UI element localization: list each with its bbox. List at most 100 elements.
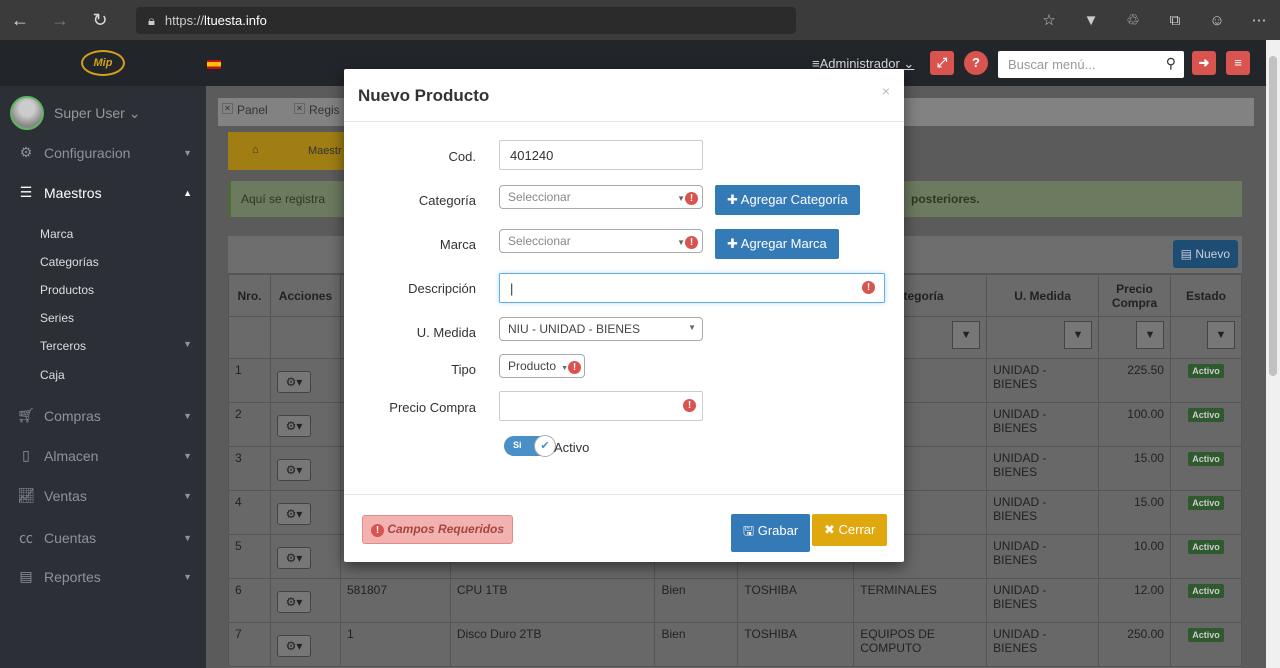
cerrar-button[interactable]: ✖ Cerrar	[812, 514, 888, 546]
list-icon: ☰	[19, 184, 33, 200]
categoria-select[interactable]: Seleccionar ▼!	[499, 185, 703, 209]
sidebar-item-maestros[interactable]: ☰ Maestros ▲	[16, 184, 192, 201]
categoria-controls: ▼!	[677, 190, 698, 205]
table-row[interactable]: 7 ⚙▾ 1 Disco Duro 2TB Bien TOSHIBA EQUIPOS DE …	[228, 622, 1243, 667]
sidebar-sub-terceros[interactable]: Terceros ▼	[40, 339, 192, 353]
sidebar-item-label: Compras	[44, 407, 101, 424]
col-nro[interactable]: Nro.	[228, 274, 271, 317]
sidebar-item-ventas[interactable]: 📈︎ Ventas ▼	[16, 487, 192, 504]
scrollbar-thumb[interactable]	[1269, 56, 1277, 376]
close-icon: ✖	[824, 522, 839, 537]
tipo-select[interactable]: Producto ▼!	[499, 354, 585, 378]
filter-icon[interactable]: ▼	[1135, 321, 1164, 349]
sidebar-sub-marca[interactable]: Marca	[40, 227, 73, 241]
tipo-value: Producto	[508, 359, 557, 373]
marca-select[interactable]: Seleccionar ▼!	[499, 229, 703, 253]
gear-icon[interactable]: ⚙▾	[276, 371, 311, 393]
umedida-label: U. Medida	[416, 325, 476, 340]
user-name: Super User ⌄	[54, 104, 141, 121]
sidebar-sub-productos[interactable]: Productos	[40, 283, 94, 297]
descripcion-field[interactable]: | !	[499, 273, 885, 303]
activo-toggle[interactable]: Si ✔	[504, 435, 556, 457]
profile-icon[interactable]: ☺	[1196, 12, 1238, 29]
url-host: ltuesta.info	[203, 13, 267, 28]
address-bar[interactable]: 🔒︎ https://ltuesta.info	[136, 7, 796, 34]
agregar-marca-button[interactable]: ✚ Agregar Marca	[715, 229, 839, 259]
forward-icon[interactable]: →	[40, 10, 80, 31]
sidebar-item-label: Almacen	[44, 447, 99, 464]
recycle-icon[interactable]: ♲	[1112, 11, 1154, 29]
campos-requeridos-alert: ! Campos Requeridos	[362, 515, 514, 544]
umedida-select[interactable]: NIU - UNIDAD - BIENES ▼	[499, 317, 703, 341]
tab-panel[interactable]: ✕ Panel	[222, 103, 268, 117]
error-icon: !	[685, 192, 698, 205]
sidebar-item-configuracion[interactable]: ⚙ Configuracion ▼	[16, 144, 192, 161]
sidebar-sub-caja[interactable]: Caja	[40, 368, 65, 382]
back-icon[interactable]: ←	[0, 10, 40, 31]
sidebar-sub-label: Terceros	[40, 339, 87, 353]
sidebar-item-almacen[interactable]: ▯ Almacen ▼	[16, 447, 192, 464]
sidebar-item-reportes[interactable]: ▤ Reportes ▼	[16, 568, 192, 585]
error-icon: !	[862, 281, 875, 294]
spain-flag-icon[interactable]	[207, 60, 221, 69]
error-icon: !	[371, 524, 384, 537]
search-icon[interactable]: ⚲	[1166, 55, 1176, 72]
gear-icon[interactable]: ⚙▾	[276, 635, 311, 657]
page-scrollbar[interactable]	[1266, 40, 1280, 668]
app-logo[interactable]: Mip	[0, 40, 206, 86]
cod-field[interactable]: 401240	[499, 140, 703, 170]
marca-controls: ▼!	[677, 234, 698, 249]
fullscreen-icon[interactable]: ⤢	[930, 51, 954, 75]
refresh-icon[interactable]: ↻	[80, 10, 120, 31]
gear-icon[interactable]: ⚙▾	[276, 591, 311, 613]
gear-icon[interactable]: ⚙▾	[276, 415, 311, 437]
close-icon[interactable]: ✕	[294, 103, 305, 114]
alert-text-end: posteriores.	[911, 192, 980, 206]
sidebar-item-compras[interactable]: 🛒︎ Compras ▼	[16, 407, 192, 424]
extension-v-icon[interactable]: ▼	[1070, 12, 1112, 29]
breadcrumb-item[interactable]: Maestr	[308, 145, 342, 157]
extensions-icon[interactable]: ⧉	[1154, 12, 1196, 29]
user-panel[interactable]: Super User ⌄	[10, 96, 140, 130]
marca-label: Marca	[439, 237, 476, 252]
umedida-value: NIU - UNIDAD - BIENES	[508, 322, 641, 336]
col-estado[interactable]: Estado	[1169, 274, 1243, 317]
gear-icon[interactable]: ⚙▾	[276, 503, 311, 525]
cell-um: UNIDAD - BIENES	[986, 578, 1099, 623]
close-icon[interactable]: ×	[882, 83, 890, 99]
filter-icon[interactable]: ▼	[1064, 321, 1092, 349]
cell-precio: 250.00	[1098, 622, 1171, 667]
gear-icon[interactable]: ⚙▾	[276, 547, 311, 569]
sidebar-sub-series[interactable]: Series	[40, 311, 74, 325]
precio-field[interactable]: !	[499, 391, 703, 421]
more-icon[interactable]: ⋯	[1238, 11, 1280, 29]
filter-icon[interactable]: ▼	[952, 321, 981, 349]
gear-icon[interactable]: ⚙▾	[276, 459, 311, 481]
favorite-icon[interactable]: ☆	[1028, 11, 1070, 29]
col-precio[interactable]: Precio Compra	[1098, 274, 1171, 317]
cell-cod: 581807	[339, 578, 451, 623]
help-icon[interactable]: ?	[964, 51, 988, 75]
hamburger-icon[interactable]: ≡	[1226, 51, 1250, 75]
logo-mark: Mip	[81, 50, 125, 76]
home-icon[interactable]: ⌂	[252, 144, 259, 156]
marca-placeholder: Seleccionar	[508, 234, 571, 248]
grabar-label: Grabar	[757, 523, 799, 538]
filter-icon[interactable]: ▼	[1207, 321, 1235, 349]
grabar-button[interactable]: 🖫︎ Grabar	[731, 514, 811, 552]
avatar	[10, 96, 44, 130]
menu-search-input[interactable]: Buscar menú... ⚲	[998, 51, 1184, 78]
close-icon[interactable]: ✕	[222, 103, 233, 114]
browser-icons: ☆ ▼ ♲ ⧉ ☺ ⋯	[1028, 0, 1280, 40]
tab-registro[interactable]: ✕ Regis	[294, 103, 340, 117]
sidebar-item-cuentas[interactable]: ㏄ Cuentas ▼	[16, 528, 192, 548]
logout-icon[interactable]: ➜	[1192, 51, 1216, 75]
cell-tipo: Bien	[654, 578, 739, 623]
sidebar-sub-categorias[interactable]: Categorías	[40, 255, 99, 269]
gears-icon: ⚙	[19, 144, 33, 160]
nuevo-button[interactable]: ▤ Nuevo	[1172, 240, 1238, 268]
col-umedida[interactable]: U. Medida	[986, 274, 1099, 317]
agregar-categoria-button[interactable]: ✚ Agregar Categoría	[715, 185, 860, 215]
tab-label: Panel	[237, 103, 268, 117]
table-row[interactable]: 6 ⚙▾ 581807 CPU 1TB Bien TOSHIBA TERMINALES UNI…	[228, 578, 1243, 623]
